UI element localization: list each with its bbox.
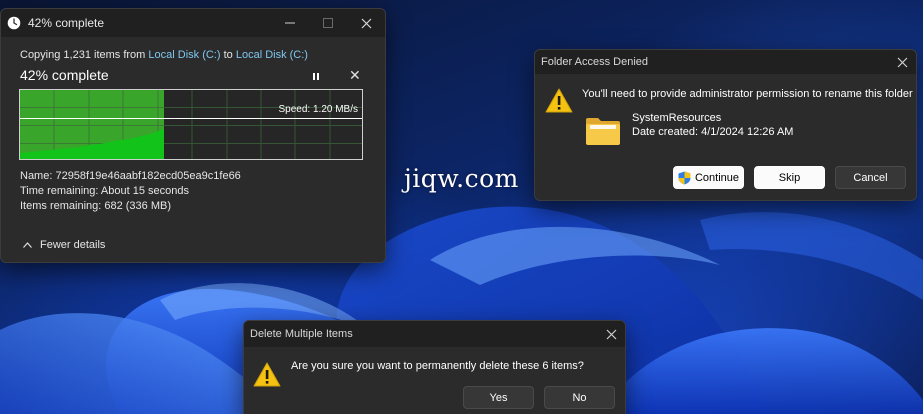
warning-icon [253, 362, 281, 387]
skip-button[interactable]: Skip [754, 166, 825, 189]
cancel-label: Cancel [853, 171, 888, 184]
maximize-icon [323, 18, 333, 28]
fewer-details-label: Fewer details [40, 239, 106, 251]
continue-label: Continue [694, 171, 740, 184]
minimize-button[interactable] [271, 9, 309, 37]
speed-label: Speed: 1.20 MB/s [278, 104, 359, 115]
copy-prefix: Copying 1,231 items from [20, 49, 146, 61]
close-button[interactable] [347, 9, 385, 37]
name-detail: Name: 72958f19e46aabf182ecd05ea9c1fe66 [20, 170, 241, 182]
cancel-copy-button[interactable]: ✕ [349, 67, 361, 84]
close-icon [897, 57, 907, 67]
folder-icon [586, 118, 620, 145]
fewer-details-button[interactable]: Fewer details [23, 239, 105, 251]
clock-icon [7, 16, 21, 30]
chevron-up-icon [23, 242, 32, 248]
yes-label: Yes [489, 391, 508, 404]
folder-date-created: Date created: 4/1/2024 12:26 AM [632, 126, 794, 138]
folder-access-denied-dialog: Folder Access Denied You'll need to prov… [534, 49, 917, 201]
graph-overlay [20, 90, 362, 159]
access-dialog-title: Folder Access Denied [541, 56, 648, 68]
close-icon [361, 18, 371, 28]
destination-link[interactable]: Local Disk (C:) [236, 49, 308, 61]
copy-progress-dialog: 42% complete Copying 1,231 items from Lo… [0, 8, 386, 263]
watermark-text: jiqw.com [404, 164, 519, 193]
pause-button[interactable] [310, 70, 322, 82]
to-word: to [223, 49, 233, 61]
continue-button[interactable]: Continue [673, 166, 744, 189]
close-icon [606, 329, 616, 339]
yes-button[interactable]: Yes [463, 386, 534, 409]
cancel-button[interactable]: Cancel [835, 166, 906, 189]
delete-dialog-title: Delete Multiple Items [250, 328, 353, 340]
maximize-button[interactable] [309, 9, 347, 37]
time-remaining-detail: Time remaining: About 15 seconds [20, 185, 189, 197]
no-label: No [572, 391, 587, 404]
delete-close-button[interactable] [597, 321, 625, 347]
copy-dialog-titlebar[interactable]: 42% complete [1, 9, 385, 37]
minimize-icon [285, 22, 295, 24]
access-message: You'll need to provide administrator per… [582, 88, 913, 100]
no-button[interactable]: No [544, 386, 615, 409]
delete-dialog-titlebar[interactable]: Delete Multiple Items [244, 321, 625, 347]
transfer-speed-graph: Speed: 1.20 MB/s [19, 89, 363, 160]
items-remaining-detail: Items remaining: 682 (336 MB) [20, 200, 172, 212]
copy-summary: Copying 1,231 items from Local Disk (C:)… [20, 49, 308, 61]
progress-heading: 42% complete [20, 67, 109, 83]
copy-dialog-title: 42% complete [28, 16, 105, 30]
warning-icon [545, 88, 573, 113]
access-close-button[interactable] [888, 50, 916, 75]
access-dialog-titlebar[interactable]: Folder Access Denied [535, 50, 916, 74]
uac-shield-icon [678, 171, 691, 184]
delete-multiple-items-dialog: Delete Multiple Items Are you sure you w… [243, 320, 626, 414]
folder-name: SystemResources [632, 112, 722, 124]
delete-message: Are you sure you want to permanently del… [291, 360, 584, 372]
skip-label: Skip [778, 171, 801, 184]
source-link[interactable]: Local Disk (C:) [148, 49, 220, 61]
pause-icon-bar [313, 72, 315, 80]
pause-icon-bar [317, 72, 319, 80]
